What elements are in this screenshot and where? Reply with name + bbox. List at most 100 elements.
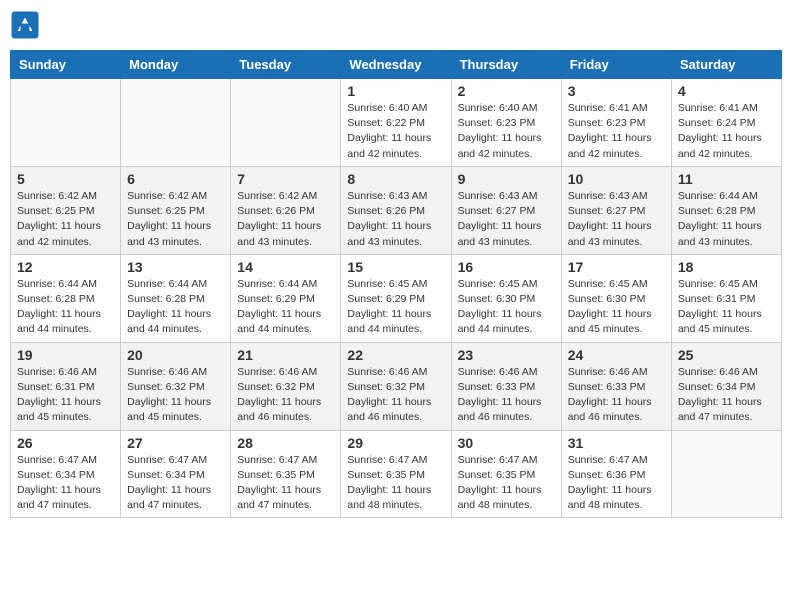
day-info: Sunrise: 6:42 AMSunset: 6:25 PMDaylight:… [127,189,224,250]
day-info: Sunrise: 6:46 AMSunset: 6:34 PMDaylight:… [678,365,775,426]
day-number: 1 [347,83,444,99]
day-info: Sunrise: 6:41 AMSunset: 6:24 PMDaylight:… [678,101,775,162]
calendar-cell [231,79,341,167]
day-number: 25 [678,347,775,363]
weekday-header-wednesday: Wednesday [341,51,451,79]
day-number: 17 [568,259,665,275]
calendar-cell [671,430,781,518]
day-number: 26 [17,435,114,451]
calendar-cell: 4 Sunrise: 6:41 AMSunset: 6:24 PMDaylight… [671,79,781,167]
week-row-4: 19 Sunrise: 6:46 AMSunset: 6:31 PMDayligh… [11,342,782,430]
calendar-cell: 26 Sunrise: 6:47 AMSunset: 6:34 PMDayligh… [11,430,121,518]
day-info: Sunrise: 6:43 AMSunset: 6:27 PMDaylight:… [458,189,555,250]
logo [10,10,44,40]
calendar-cell: 3 Sunrise: 6:41 AMSunset: 6:23 PMDaylight… [561,79,671,167]
weekday-header-row: SundayMondayTuesdayWednesdayThursdayFrid… [11,51,782,79]
calendar-cell: 23 Sunrise: 6:46 AMSunset: 6:33 PMDayligh… [451,342,561,430]
day-info: Sunrise: 6:46 AMSunset: 6:33 PMDaylight:… [568,365,665,426]
calendar-cell [11,79,121,167]
day-number: 2 [458,83,555,99]
day-number: 29 [347,435,444,451]
calendar-cell: 21 Sunrise: 6:46 AMSunset: 6:32 PMDayligh… [231,342,341,430]
day-number: 18 [678,259,775,275]
day-number: 21 [237,347,334,363]
day-info: Sunrise: 6:47 AMSunset: 6:35 PMDaylight:… [347,453,444,514]
day-info: Sunrise: 6:45 AMSunset: 6:29 PMDaylight:… [347,277,444,338]
calendar-cell: 16Sunrise: 6:45 AMSunset: 6:30 PMDayligh… [451,254,561,342]
weekday-header-monday: Monday [121,51,231,79]
week-row-1: 1 Sunrise: 6:40 AMSunset: 6:22 PMDaylight… [11,79,782,167]
day-info: Sunrise: 6:44 AMSunset: 6:29 PMDaylight:… [237,277,334,338]
day-number: 4 [678,83,775,99]
day-info: Sunrise: 6:46 AMSunset: 6:32 PMDaylight:… [127,365,224,426]
day-info: Sunrise: 6:46 AMSunset: 6:32 PMDaylight:… [347,365,444,426]
weekday-header-friday: Friday [561,51,671,79]
calendar-cell: 27Sunrise: 6:47 AMSunset: 6:34 PMDayligh… [121,430,231,518]
day-number: 6 [127,171,224,187]
calendar-table: SundayMondayTuesdayWednesdayThursdayFrid… [10,50,782,518]
day-number: 8 [347,171,444,187]
calendar-cell: 5Sunrise: 6:42 AMSunset: 6:25 PMDaylight… [11,166,121,254]
day-info: Sunrise: 6:40 AMSunset: 6:22 PMDaylight:… [347,101,444,162]
day-info: Sunrise: 6:47 AMSunset: 6:34 PMDaylight:… [17,453,114,514]
calendar-cell [121,79,231,167]
calendar-cell: 17 Sunrise: 6:45 AMSunset: 6:30 PMDayligh… [561,254,671,342]
calendar-cell: 1 Sunrise: 6:40 AMSunset: 6:22 PMDaylight… [341,79,451,167]
day-number: 16 [458,259,555,275]
day-number: 14 [237,259,334,275]
calendar-cell: 6 Sunrise: 6:42 AMSunset: 6:25 PMDaylight… [121,166,231,254]
calendar-cell: 8 Sunrise: 6:43 AMSunset: 6:26 PMDaylight… [341,166,451,254]
calendar-cell: 28 Sunrise: 6:47 AMSunset: 6:35 PMDayligh… [231,430,341,518]
day-number: 23 [458,347,555,363]
day-info: Sunrise: 6:43 AMSunset: 6:26 PMDaylight:… [347,189,444,250]
day-number: 27 [127,435,224,451]
day-info: Sunrise: 6:42 AMSunset: 6:26 PMDaylight:… [237,189,334,250]
day-number: 28 [237,435,334,451]
day-number: 9 [458,171,555,187]
day-info: Sunrise: 6:44 AMSunset: 6:28 PMDaylight:… [127,277,224,338]
day-info: Sunrise: 6:43 AMSunset: 6:27 PMDaylight:… [568,189,665,250]
calendar-cell: 2 Sunrise: 6:40 AMSunset: 6:23 PMDaylight… [451,79,561,167]
week-row-3: 12 Sunrise: 6:44 AMSunset: 6:28 PMDayligh… [11,254,782,342]
day-number: 12 [17,259,114,275]
calendar-cell: 15 Sunrise: 6:45 AMSunset: 6:29 PMDayligh… [341,254,451,342]
weekday-header-sunday: Sunday [11,51,121,79]
day-info: Sunrise: 6:45 AMSunset: 6:30 PMDaylight:… [568,277,665,338]
calendar-cell: 7Sunrise: 6:42 AMSunset: 6:26 PMDaylight… [231,166,341,254]
weekday-header-thursday: Thursday [451,51,561,79]
day-info: Sunrise: 6:46 AMSunset: 6:33 PMDaylight:… [458,365,555,426]
day-number: 5 [17,171,114,187]
calendar-cell: 25 Sunrise: 6:46 AMSunset: 6:34 PMDayligh… [671,342,781,430]
page-header [10,10,782,40]
day-info: Sunrise: 6:47 AMSunset: 6:36 PMDaylight:… [568,453,665,514]
week-row-2: 5 Sunrise: 6:42 AMSunset: 6:25 PMDaylight… [11,166,782,254]
calendar-cell: 11Sunrise: 6:44 AMSunset: 6:28 PMDayligh… [671,166,781,254]
day-number: 15 [347,259,444,275]
calendar-cell: 9 Sunrise: 6:43 AMSunset: 6:27 PMDaylight… [451,166,561,254]
day-number: 22 [347,347,444,363]
day-info: Sunrise: 6:41 AMSunset: 6:23 PMDaylight:… [568,101,665,162]
calendar-cell: 31 Sunrise: 6:47 AMSunset: 6:36 PMDayligh… [561,430,671,518]
calendar-cell: 10 Sunrise: 6:43 AMSunset: 6:27 PMDayligh… [561,166,671,254]
day-number: 31 [568,435,665,451]
calendar-cell: 19 Sunrise: 6:46 AMSunset: 6:31 PMDayligh… [11,342,121,430]
day-number: 11 [678,171,775,187]
calendar-cell: 29 Sunrise: 6:47 AMSunset: 6:35 PMDayligh… [341,430,451,518]
day-info: Sunrise: 6:45 AMSunset: 6:31 PMDaylight:… [678,277,775,338]
day-number: 24 [568,347,665,363]
logo-icon [10,10,40,40]
day-number: 10 [568,171,665,187]
day-info: Sunrise: 6:47 AMSunset: 6:35 PMDaylight:… [458,453,555,514]
day-info: Sunrise: 6:46 AMSunset: 6:32 PMDaylight:… [237,365,334,426]
weekday-header-saturday: Saturday [671,51,781,79]
day-number: 19 [17,347,114,363]
calendar-cell: 18 Sunrise: 6:45 AMSunset: 6:31 PMDayligh… [671,254,781,342]
day-info: Sunrise: 6:40 AMSunset: 6:23 PMDaylight:… [458,101,555,162]
day-number: 30 [458,435,555,451]
day-info: Sunrise: 6:47 AMSunset: 6:35 PMDaylight:… [237,453,334,514]
day-info: Sunrise: 6:46 AMSunset: 6:31 PMDaylight:… [17,365,114,426]
calendar-cell: 22 Sunrise: 6:46 AMSunset: 6:32 PMDayligh… [341,342,451,430]
day-number: 20 [127,347,224,363]
day-number: 3 [568,83,665,99]
weekday-header-tuesday: Tuesday [231,51,341,79]
